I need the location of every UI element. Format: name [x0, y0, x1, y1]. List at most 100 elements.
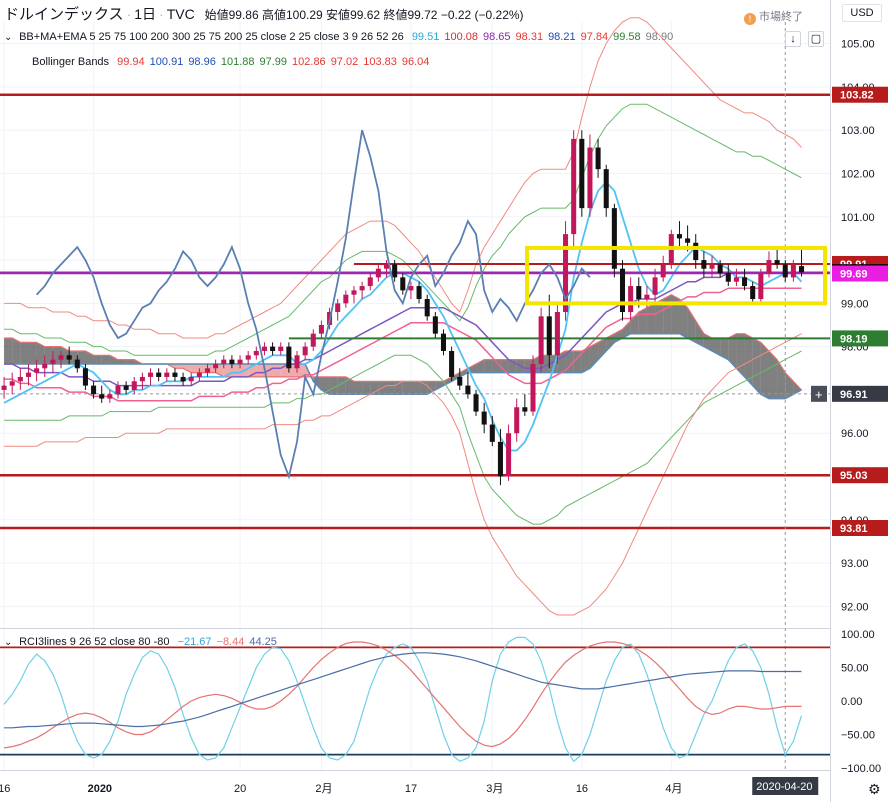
bb-value: 96.04 [401, 56, 430, 68]
price-level-tag-label: 99.69 [840, 268, 868, 280]
candle-body [261, 346, 267, 351]
candle-body [440, 333, 447, 351]
maximize-icon[interactable]: ▢ [808, 31, 824, 47]
candle-body [465, 385, 471, 395]
indicator-legend-bb[interactable]: Bollinger Bands 99.94 100.91 98.96 101.88 97… [32, 56, 429, 68]
candle-body [750, 286, 756, 300]
candle-body [489, 424, 495, 442]
candle-body [514, 407, 520, 434]
candle-body [9, 381, 15, 386]
indicator-legend-rci[interactable]: ⌄ RCI3lines 9 26 52 close 80 -80 −21.67−… [4, 636, 277, 648]
candle-body [367, 277, 373, 287]
open-label: 始値 [204, 8, 229, 22]
candle-body [123, 385, 129, 390]
data-source: TVC [166, 6, 195, 22]
plus-icon: + [815, 387, 823, 402]
candle-body [66, 355, 72, 360]
candle-body [196, 372, 202, 377]
crosshair-price-label: 96.91 [840, 389, 868, 401]
low-value: 99.62 [350, 8, 381, 22]
price-level-tag-label: 93.81 [840, 523, 868, 535]
main-indicator-value: 98.31 [515, 31, 544, 43]
cloud-segment [353, 381, 363, 395]
candle-body [188, 376, 194, 382]
price-tick-label: 101.00 [841, 212, 875, 224]
price-level-tag-label: 98.19 [840, 333, 868, 345]
candle-body [82, 368, 88, 386]
settings-gear-icon[interactable]: ⚙ [868, 781, 881, 798]
price-level-tag-label: 95.03 [840, 470, 868, 482]
candle-body [742, 277, 748, 287]
candle-body [701, 260, 707, 269]
candle-body [652, 277, 658, 295]
candle-body [522, 407, 528, 412]
main-indicator-value: 100.08 [444, 31, 478, 43]
price-chart[interactable]: 105.00104.00103.00102.00101.00100.0099.0… [0, 0, 889, 802]
candle-body [270, 346, 276, 351]
candle-body [156, 372, 162, 377]
ohlc-readout: 始値99.86 高値100.29 安値99.62 終値99.72 −0.22 (… [205, 8, 524, 22]
main-indicator-value: 99.51 [411, 31, 440, 43]
cloud-segment [386, 381, 395, 395]
candle-body [131, 381, 137, 390]
collapse-chevron-icon[interactable]: ⌄ [4, 32, 16, 43]
symbol-name[interactable]: ドルインデックス [4, 6, 124, 23]
cloud-segment [20, 342, 29, 364]
candle-body [278, 346, 284, 351]
price-tick-label: 103.00 [841, 125, 875, 137]
candle-body [148, 372, 154, 377]
price-level-tag-label: 103.82 [840, 90, 874, 102]
indicator-legend-main[interactable]: ⌄ BB+MA+EMA 5 25 75 100 200 300 25 75 20… [4, 31, 673, 43]
bb-value: 97.99 [259, 56, 288, 68]
cloud-segment [28, 342, 37, 364]
arrow-down-icon[interactable]: ↓ [785, 31, 801, 47]
candle-body [42, 363, 48, 369]
candle-body [408, 286, 414, 291]
candle-body [221, 359, 227, 364]
cloud-segment [337, 376, 346, 395]
low-label: 安値 [326, 8, 351, 22]
price-tick-label: 92.00 [841, 601, 869, 613]
market-status: ! 市場終了 [744, 8, 803, 25]
crosshair-date-label: 2020-04-20 [756, 781, 812, 793]
candle-body [733, 277, 739, 282]
candle-body [359, 286, 365, 291]
candle-body [1, 385, 7, 390]
time-tick-label: 16 [0, 783, 10, 795]
cloud-segment [272, 363, 281, 377]
cloud-segment [231, 363, 241, 377]
candle-body [766, 260, 772, 274]
candle-body [798, 266, 805, 273]
candle-body [579, 138, 585, 209]
main-indicator-value: 97.84 [580, 31, 609, 43]
currency-button[interactable]: USD [842, 4, 882, 22]
candle-body [164, 372, 170, 377]
candle-body [424, 299, 430, 317]
cloud-segment [362, 381, 371, 395]
price-tick-label: 105.00 [841, 39, 875, 51]
candle-body [286, 346, 292, 369]
candle-body [619, 268, 626, 313]
candle-body [58, 355, 64, 360]
interval[interactable]: 1日 [134, 6, 156, 22]
cloud-segment [101, 355, 110, 364]
main-indicator-value: 98.21 [548, 31, 576, 43]
candle-body [481, 411, 487, 425]
candle-body [725, 273, 731, 282]
candle-body [611, 208, 617, 269]
rci-value: 44.25 [249, 636, 277, 648]
candle-body [782, 264, 788, 278]
time-tick-label: 2月 [315, 783, 332, 795]
time-tick-label: 17 [405, 783, 417, 795]
time-tick-label: 20 [234, 783, 246, 795]
collapse-chevron-icon[interactable]: ⌄ [4, 637, 16, 648]
candle-body [237, 359, 243, 364]
candle-body [603, 169, 609, 209]
close-label: 終値 [383, 8, 408, 22]
symbol-header: ドルインデックス · 1日 · TVC 始値99.86 高値100.29 安値99.62… [4, 6, 524, 23]
main-indicator-value: 98.65 [483, 31, 511, 43]
cloud-segment [329, 376, 338, 395]
candle-body [172, 372, 178, 377]
main-indicator-value: 98.90 [645, 31, 674, 43]
candle-body [595, 147, 601, 170]
